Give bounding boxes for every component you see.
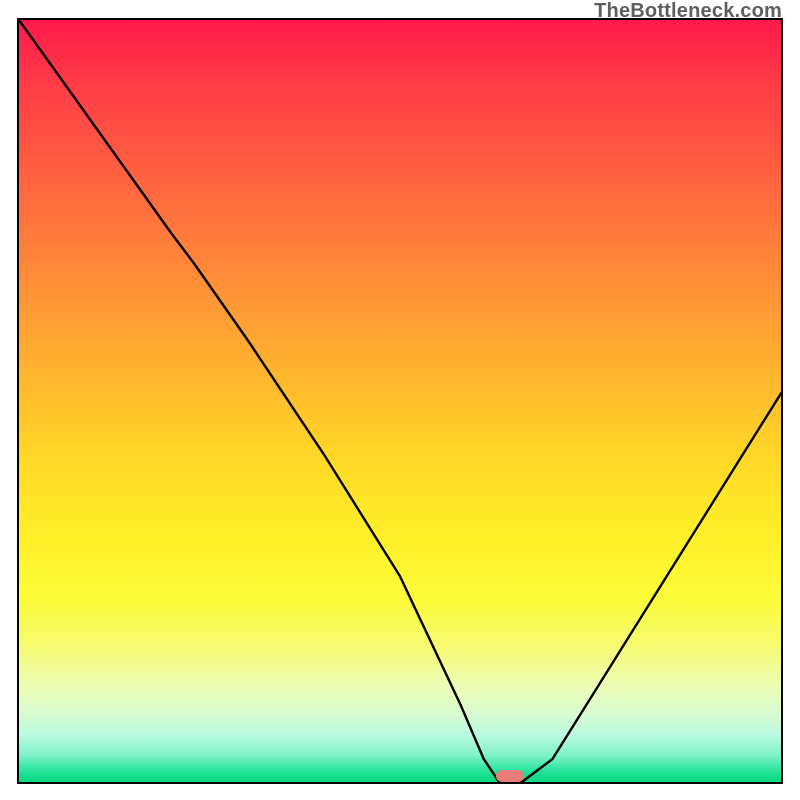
chart-frame: TheBottleneck.com (0, 0, 800, 800)
optimal-point-marker (496, 770, 524, 782)
bottleneck-curve (19, 20, 781, 782)
plot-area (17, 18, 783, 784)
